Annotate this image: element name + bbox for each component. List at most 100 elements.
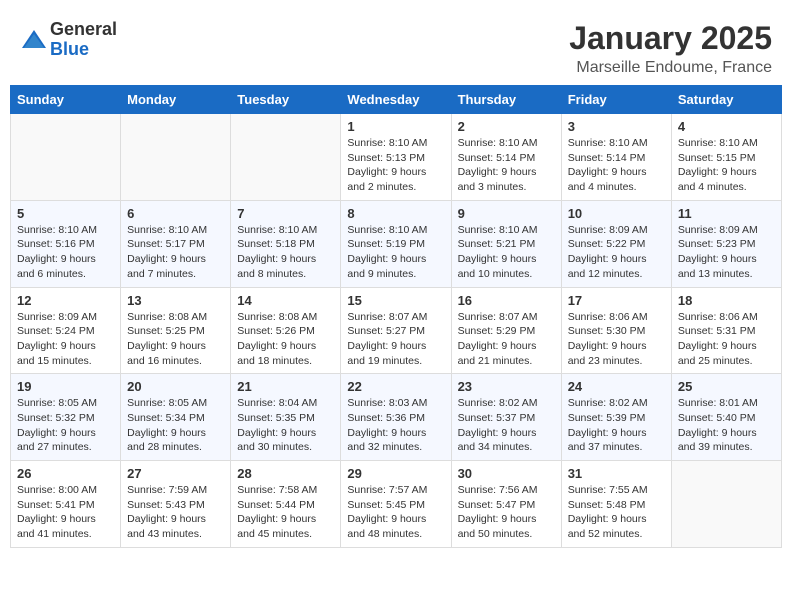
- day-number: 4: [678, 119, 775, 134]
- weekday-header-tuesday: Tuesday: [231, 86, 341, 114]
- day-info: Sunrise: 7:57 AMSunset: 5:45 PMDaylight:…: [347, 483, 444, 542]
- day-number: 5: [17, 206, 114, 221]
- day-number: 1: [347, 119, 444, 134]
- day-number: 14: [237, 293, 334, 308]
- day-info: Sunrise: 8:10 AMSunset: 5:16 PMDaylight:…: [17, 223, 114, 282]
- day-number: 30: [458, 466, 555, 481]
- weekday-header-monday: Monday: [121, 86, 231, 114]
- day-number: 24: [568, 379, 665, 394]
- day-number: 16: [458, 293, 555, 308]
- calendar-cell: [231, 114, 341, 201]
- logo-blue-text: Blue: [50, 40, 117, 60]
- day-info: Sunrise: 8:09 AMSunset: 5:24 PMDaylight:…: [17, 310, 114, 369]
- calendar-cell: 30Sunrise: 7:56 AMSunset: 5:47 PMDayligh…: [451, 461, 561, 548]
- calendar-cell: 7 Sunrise: 8:10 AMSunset: 5:18 PMDaylight…: [231, 200, 341, 287]
- day-info: Sunrise: 8:10 AMSunset: 5:15 PMDaylight:…: [678, 136, 775, 195]
- day-info: Sunrise: 8:05 AMSunset: 5:34 PMDaylight:…: [127, 396, 224, 455]
- day-number: 3: [568, 119, 665, 134]
- logo: General Blue: [20, 20, 117, 60]
- calendar-cell: 13Sunrise: 8:08 AMSunset: 5:25 PMDayligh…: [121, 287, 231, 374]
- day-info: Sunrise: 8:10 AMSunset: 5:21 PMDaylight:…: [458, 223, 555, 282]
- calendar-cell: 10Sunrise: 8:09 AMSunset: 5:22 PMDayligh…: [561, 200, 671, 287]
- day-number: 9: [458, 206, 555, 221]
- day-info: Sunrise: 8:10 AMSunset: 5:19 PMDaylight:…: [347, 223, 444, 282]
- calendar-cell: [11, 114, 121, 201]
- day-info: Sunrise: 8:04 AMSunset: 5:35 PMDaylight:…: [237, 396, 334, 455]
- day-info: Sunrise: 8:02 AMSunset: 5:37 PMDaylight:…: [458, 396, 555, 455]
- calendar-cell: 12 Sunrise: 8:09 AMSunset: 5:24 PMDayligh…: [11, 287, 121, 374]
- day-info: Sunrise: 8:10 AMSunset: 5:18 PMDaylight:…: [237, 223, 334, 282]
- header: General Blue January 2025 Marseille Endo…: [10, 10, 782, 85]
- day-info: Sunrise: 8:10 AMSunset: 5:14 PMDaylight:…: [568, 136, 665, 195]
- weekday-header-friday: Friday: [561, 86, 671, 114]
- day-number: 29: [347, 466, 444, 481]
- day-number: 22: [347, 379, 444, 394]
- day-number: 25: [678, 379, 775, 394]
- calendar-cell: 27Sunrise: 7:59 AMSunset: 5:43 PMDayligh…: [121, 461, 231, 548]
- title-area: January 2025 Marseille Endoume, France: [569, 20, 772, 77]
- day-info: Sunrise: 8:10 AMSunset: 5:17 PMDaylight:…: [127, 223, 224, 282]
- calendar-cell: 4 Sunrise: 8:10 AMSunset: 5:15 PMDaylight…: [671, 114, 781, 201]
- calendar-cell: 22 Sunrise: 8:03 AMSunset: 5:36 PMDayligh…: [341, 374, 451, 461]
- day-info: Sunrise: 8:10 AMSunset: 5:13 PMDaylight:…: [347, 136, 444, 195]
- day-number: 26: [17, 466, 114, 481]
- day-number: 18: [678, 293, 775, 308]
- day-info: Sunrise: 8:10 AMSunset: 5:14 PMDaylight:…: [458, 136, 555, 195]
- day-info: Sunrise: 8:07 AMSunset: 5:27 PMDaylight:…: [347, 310, 444, 369]
- day-info: Sunrise: 8:09 AMSunset: 5:23 PMDaylight:…: [678, 223, 775, 282]
- day-info: Sunrise: 7:59 AMSunset: 5:43 PMDaylight:…: [127, 483, 224, 542]
- calendar-cell: 3 Sunrise: 8:10 AMSunset: 5:14 PMDaylight…: [561, 114, 671, 201]
- calendar-cell: 26 Sunrise: 8:00 AMSunset: 5:41 PMDayligh…: [11, 461, 121, 548]
- calendar-cell: 29 Sunrise: 7:57 AMSunset: 5:45 PMDayligh…: [341, 461, 451, 548]
- weekday-header-thursday: Thursday: [451, 86, 561, 114]
- weekday-header-saturday: Saturday: [671, 86, 781, 114]
- day-info: Sunrise: 8:01 AMSunset: 5:40 PMDaylight:…: [678, 396, 775, 455]
- day-info: Sunrise: 8:08 AMSunset: 5:25 PMDaylight:…: [127, 310, 224, 369]
- calendar-cell: 6Sunrise: 8:10 AMSunset: 5:17 PMDaylight…: [121, 200, 231, 287]
- month-title: January 2025: [569, 20, 772, 57]
- day-number: 12: [17, 293, 114, 308]
- calendar-table: SundayMondayTuesdayWednesdayThursdayFrid…: [10, 85, 782, 548]
- calendar-cell: 11 Sunrise: 8:09 AMSunset: 5:23 PMDayligh…: [671, 200, 781, 287]
- day-number: 11: [678, 206, 775, 221]
- calendar-cell: 20Sunrise: 8:05 AMSunset: 5:34 PMDayligh…: [121, 374, 231, 461]
- calendar-cell: 24 Sunrise: 8:02 AMSunset: 5:39 PMDayligh…: [561, 374, 671, 461]
- day-info: Sunrise: 8:02 AMSunset: 5:39 PMDaylight:…: [568, 396, 665, 455]
- logo-icon: [20, 26, 48, 54]
- day-number: 17: [568, 293, 665, 308]
- week-row-1: 1 Sunrise: 8:10 AMSunset: 5:13 PMDaylight…: [11, 114, 782, 201]
- weekday-header-sunday: Sunday: [11, 86, 121, 114]
- calendar-cell: 15 Sunrise: 8:07 AMSunset: 5:27 PMDayligh…: [341, 287, 451, 374]
- day-info: Sunrise: 7:55 AMSunset: 5:48 PMDaylight:…: [568, 483, 665, 542]
- day-info: Sunrise: 8:06 AMSunset: 5:31 PMDaylight:…: [678, 310, 775, 369]
- calendar-cell: 31 Sunrise: 7:55 AMSunset: 5:48 PMDayligh…: [561, 461, 671, 548]
- week-row-4: 19Sunrise: 8:05 AMSunset: 5:32 PMDayligh…: [11, 374, 782, 461]
- calendar-cell: 18 Sunrise: 8:06 AMSunset: 5:31 PMDayligh…: [671, 287, 781, 374]
- day-number: 7: [237, 206, 334, 221]
- day-number: 23: [458, 379, 555, 394]
- calendar-cell: 21 Sunrise: 8:04 AMSunset: 5:35 PMDayligh…: [231, 374, 341, 461]
- calendar-cell: 9 Sunrise: 8:10 AMSunset: 5:21 PMDaylight…: [451, 200, 561, 287]
- day-info: Sunrise: 8:08 AMSunset: 5:26 PMDaylight:…: [237, 310, 334, 369]
- calendar-cell: 1 Sunrise: 8:10 AMSunset: 5:13 PMDaylight…: [341, 114, 451, 201]
- calendar-cell: 19Sunrise: 8:05 AMSunset: 5:32 PMDayligh…: [11, 374, 121, 461]
- weekday-header-wednesday: Wednesday: [341, 86, 451, 114]
- week-row-5: 26 Sunrise: 8:00 AMSunset: 5:41 PMDayligh…: [11, 461, 782, 548]
- weekday-header-row: SundayMondayTuesdayWednesdayThursdayFrid…: [11, 86, 782, 114]
- day-number: 15: [347, 293, 444, 308]
- calendar-cell: [121, 114, 231, 201]
- day-info: Sunrise: 8:06 AMSunset: 5:30 PMDaylight:…: [568, 310, 665, 369]
- day-number: 19: [17, 379, 114, 394]
- day-info: Sunrise: 7:58 AMSunset: 5:44 PMDaylight:…: [237, 483, 334, 542]
- week-row-3: 12 Sunrise: 8:09 AMSunset: 5:24 PMDayligh…: [11, 287, 782, 374]
- day-number: 28: [237, 466, 334, 481]
- day-number: 31: [568, 466, 665, 481]
- calendar-cell: 16Sunrise: 8:07 AMSunset: 5:29 PMDayligh…: [451, 287, 561, 374]
- day-number: 21: [237, 379, 334, 394]
- calendar-cell: 23 Sunrise: 8:02 AMSunset: 5:37 PMDayligh…: [451, 374, 561, 461]
- calendar-cell: 28 Sunrise: 7:58 AMSunset: 5:44 PMDayligh…: [231, 461, 341, 548]
- day-info: Sunrise: 8:03 AMSunset: 5:36 PMDaylight:…: [347, 396, 444, 455]
- calendar-cell: 14 Sunrise: 8:08 AMSunset: 5:26 PMDayligh…: [231, 287, 341, 374]
- calendar-cell: 25 Sunrise: 8:01 AMSunset: 5:40 PMDayligh…: [671, 374, 781, 461]
- day-info: Sunrise: 8:00 AMSunset: 5:41 PMDaylight:…: [17, 483, 114, 542]
